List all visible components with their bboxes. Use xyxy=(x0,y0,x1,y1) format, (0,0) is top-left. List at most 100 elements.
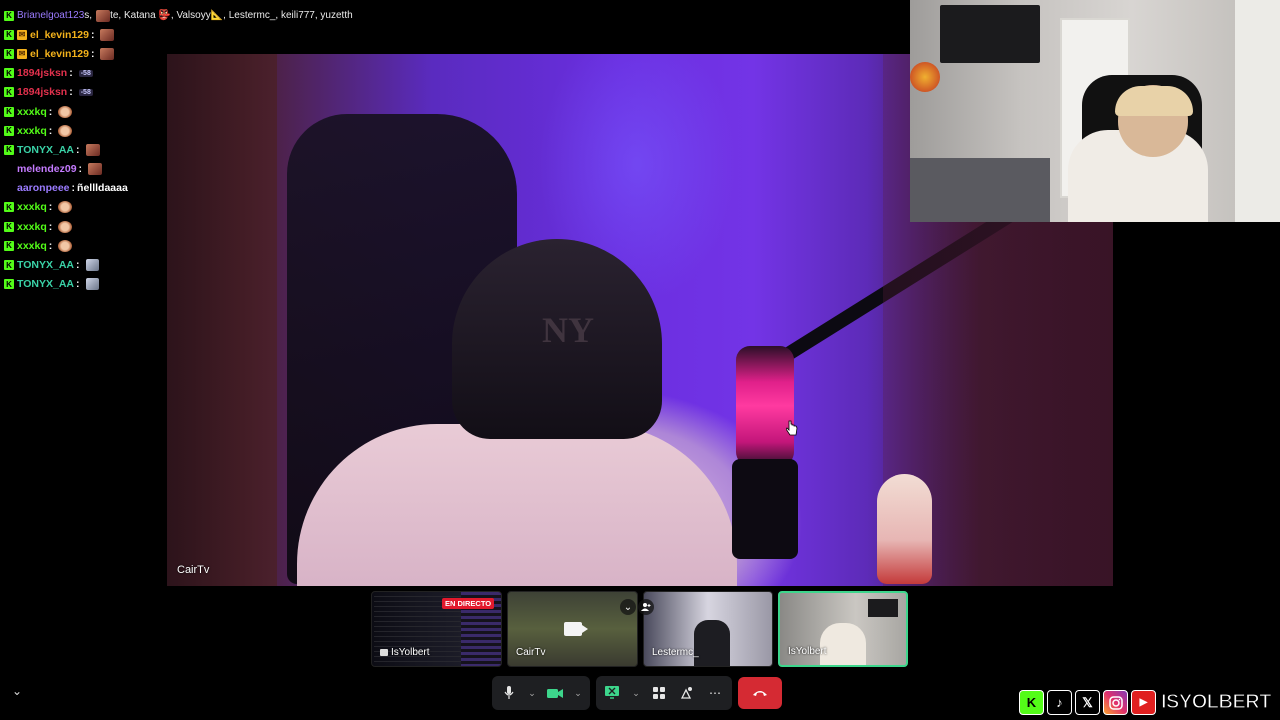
kick-badge-icon: K xyxy=(4,240,14,251)
emote-icon xyxy=(58,201,73,214)
chat-message: K ✉ el_kevin129: xyxy=(0,25,440,44)
chat-colon: : xyxy=(48,220,53,233)
participant-name: IsYolbert xyxy=(391,647,430,658)
emote-icon xyxy=(58,105,73,118)
emote-icon xyxy=(58,239,73,252)
screen-share-icon[interactable] xyxy=(602,682,624,704)
streamer-handle: ISYOLBERT xyxy=(1160,690,1272,713)
video-microphone xyxy=(736,346,794,466)
webcam-bed xyxy=(910,158,1050,222)
chat-username[interactable]: 1894jsksn xyxy=(17,67,67,79)
chat-colon: : xyxy=(90,47,95,60)
emote-chip: -58 xyxy=(78,69,93,77)
chat-username[interactable]: melendez09 xyxy=(17,163,77,175)
social-bar: K ♪ 𝕏 ▶ ISYOLBERT xyxy=(1019,690,1272,715)
emote-icon xyxy=(100,28,115,41)
participant-tile[interactable]: CairTv xyxy=(507,591,638,667)
add-person-icon[interactable] xyxy=(638,599,654,615)
participant-silhouette xyxy=(694,620,730,666)
emote-icon xyxy=(85,278,99,291)
chat-text: ñellldaaaa xyxy=(77,182,128,195)
chat-message: K 1894jsksn: -58 xyxy=(0,64,440,83)
chevron-down-icon[interactable]: ⌄ xyxy=(620,599,636,615)
chevron-down-icon[interactable]: ⌄ xyxy=(12,684,22,698)
main-video-name: CairTv xyxy=(177,564,210,576)
webcam-ball xyxy=(910,62,940,92)
emote-icon xyxy=(85,143,100,156)
participant-silhouette xyxy=(820,623,866,665)
participant-label: CairTv xyxy=(516,647,545,658)
x-icon: 𝕏 xyxy=(1075,690,1100,715)
chat-message: K ✉ el_kevin129: xyxy=(0,44,440,63)
emote-chip: -58 xyxy=(78,88,93,96)
chat-colon: : xyxy=(48,124,53,137)
chat-colon: : xyxy=(69,67,73,80)
chat-overlay: K Brianelgoat123 s, te, Katana 👺, Valsoy… xyxy=(0,6,440,294)
kick-badge-icon: K xyxy=(4,87,14,98)
chat-username[interactable]: xxxkq xyxy=(17,221,47,233)
emote-icon xyxy=(85,259,99,272)
chat-username[interactable]: xxxkq xyxy=(17,106,47,118)
chat-colon: : xyxy=(76,278,80,291)
kick-badge-icon: K xyxy=(4,48,14,59)
participant-tile-active[interactable]: IsYolbert xyxy=(778,591,908,667)
chat-message: Kxxxkq: xyxy=(0,198,440,217)
chat-message: aaronpeee: ñellldaaaa xyxy=(0,179,440,198)
more-options-icon[interactable]: ⋯ xyxy=(704,682,726,704)
kick-icon: K xyxy=(1019,690,1044,715)
chat-colon: : xyxy=(90,28,95,41)
chat-username[interactable]: xxxkq xyxy=(17,125,47,137)
chat-username[interactable]: TONYX_AA xyxy=(17,144,74,156)
chat-colon: : xyxy=(71,182,76,195)
kick-badge-icon: K xyxy=(4,68,14,79)
chat-username[interactable]: xxxkq xyxy=(17,240,47,252)
chat-message: K TONYX_AA: xyxy=(0,255,440,274)
chat-username[interactable]: 1894jsksn xyxy=(17,86,67,98)
activities-icon[interactable] xyxy=(648,682,670,704)
chat-message: Kxxxkq: xyxy=(0,121,440,140)
emote-icon xyxy=(88,163,103,176)
strip-overlay-buttons: ⌄ xyxy=(620,599,654,615)
emote-icon xyxy=(96,9,111,22)
kick-badge-icon: K xyxy=(4,29,14,40)
webcam-person-hat xyxy=(1115,86,1193,116)
end-call-button[interactable] xyxy=(738,677,782,709)
chat-username[interactable]: aaronpeee xyxy=(17,182,70,194)
chat-message: Kxxxkq: xyxy=(0,236,440,255)
emote-icon xyxy=(100,47,115,60)
participant-name: Lestermc_ xyxy=(652,647,699,658)
chat-username[interactable]: el_kevin129 xyxy=(30,48,89,60)
participant-label: IsYolbert xyxy=(788,646,827,657)
emote-icon xyxy=(58,220,73,233)
chevron-down-icon[interactable]: ⌄ xyxy=(630,682,642,704)
soundboard-icon[interactable] xyxy=(676,682,698,704)
chat-text: s, xyxy=(84,10,93,22)
chat-username[interactable]: el_kevin129 xyxy=(30,29,89,41)
av-controls: ⌄ ⌄ xyxy=(492,676,590,710)
chat-colon: : xyxy=(76,259,80,272)
subscriber-badge-icon: ✉ xyxy=(17,48,27,59)
kick-badge-icon: K xyxy=(4,279,14,290)
participant-tile[interactable]: Lestermc_ xyxy=(643,591,773,667)
chat-names: te, Katana 👺, Valsoyy📐, Lestermc_, keili… xyxy=(110,10,353,22)
camera-icon[interactable] xyxy=(544,682,566,704)
chevron-down-icon[interactable]: ⌄ xyxy=(526,682,538,704)
chevron-down-icon[interactable]: ⌄ xyxy=(572,682,584,704)
chat-colon: : xyxy=(48,105,53,118)
chat-top-row: K Brianelgoat123 s, te, Katana 👺, Valsoy… xyxy=(0,6,440,25)
chat-username[interactable]: TONYX_AA xyxy=(17,278,74,290)
chat-username[interactable]: xxxkq xyxy=(17,201,47,213)
chat-colon: : xyxy=(76,143,80,156)
chat-message: Kxxxkq: xyxy=(0,217,440,236)
microphone-icon[interactable] xyxy=(498,682,520,704)
webcam-tv xyxy=(940,5,1040,63)
participant-tile[interactable]: EN DIRECTO IsYolbert xyxy=(371,591,502,667)
chat-colon: : xyxy=(48,201,53,214)
emote-icon xyxy=(58,124,73,137)
kick-badge-icon: K xyxy=(4,260,14,271)
chat-username[interactable]: TONYX_AA xyxy=(17,259,74,271)
chat-message: Kxxxkq: xyxy=(0,102,440,121)
kick-badge-icon: K xyxy=(4,202,14,213)
chat-message: K 1894jsksn: -58 xyxy=(0,83,440,102)
kick-badge-icon: K xyxy=(4,125,14,136)
